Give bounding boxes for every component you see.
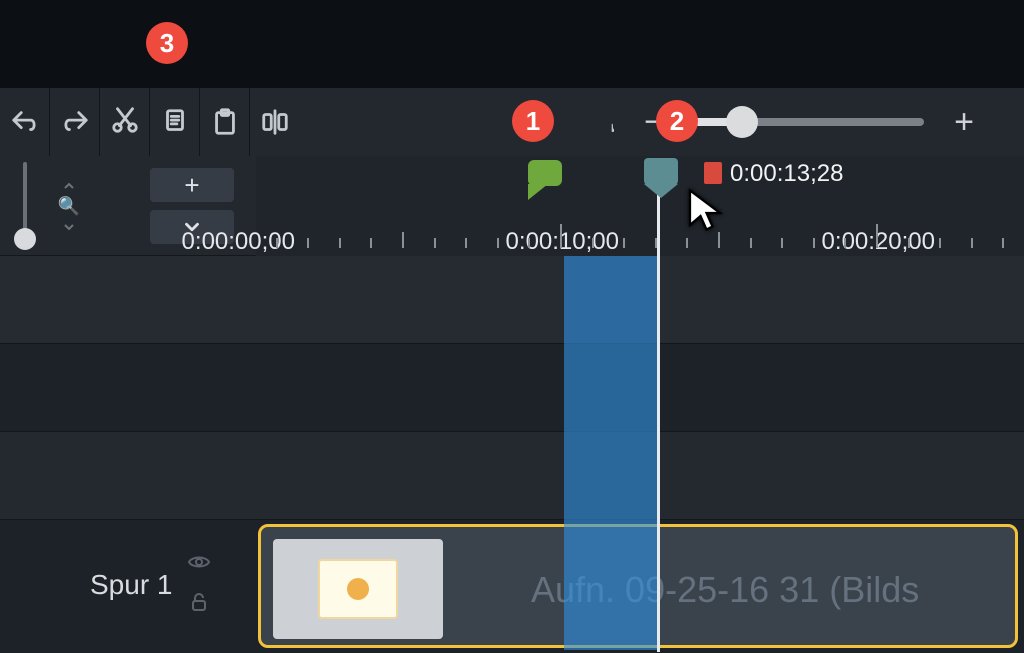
track-height-knob[interactable] [14,228,36,250]
track-zoom-chevrons: 🔍 [54,178,84,235]
redo-button[interactable] [50,88,100,156]
magnifier-icon: 🔍 [58,196,80,217]
ruler-tick [1002,238,1004,248]
zoom-fit-button[interactable]: ⤢ [586,102,614,142]
ruler-tick [402,232,404,248]
ruler-tick [276,238,278,248]
ruler-tick [655,238,657,248]
ruler-label-2: 0:00:20;00 [822,228,935,256]
paste-button[interactable] [200,88,250,156]
ruler-tick [307,238,309,248]
ruler-tick [781,238,783,248]
media-clip[interactable]: Aufn. 09-25-16 31 (Bilds [258,524,1018,648]
ruler-tick [718,232,720,248]
playhead-time: 0:00:13;28 [730,160,843,188]
ruler-tick [876,224,878,248]
ruler-tick [528,238,530,248]
track-header[interactable]: Spur 1 [0,520,256,650]
cut-button[interactable] [100,88,150,156]
timeline-editor: ⤢ − + 🔍 + [0,0,1024,653]
zoom-group: ⤢ − + [586,102,1024,142]
timeline-toolbar: ⤢ − + [0,88,1024,156]
ruler-label-0: 0:00:00;00 [182,228,295,256]
track-row-1: Spur 1 Aufn. 09-25-16 31 (Bilds [0,520,1024,650]
ruler-tick [686,238,688,248]
copy-button[interactable] [150,88,200,156]
split-button[interactable] [250,88,300,156]
ruler-tick [971,238,973,248]
track-height-slider[interactable] [12,156,38,256]
empty-track[interactable] [0,256,1024,344]
ruler-tick [339,238,341,248]
zoom-knob[interactable] [726,106,758,138]
tracks-area [0,256,1024,520]
undo-button[interactable] [0,88,50,156]
scissors-icon [110,105,140,140]
add-marker-button[interactable]: + [150,168,234,202]
ruler-tick [434,238,436,248]
ruler-tick [497,238,499,248]
ruler-tick [592,238,594,248]
clip-thumbnail [273,539,443,639]
upper-strip [0,0,1024,88]
ruler-tick [623,238,625,248]
empty-track[interactable] [0,344,1024,432]
ruler-tick [908,238,910,248]
track-label: Spur 1 [90,569,173,601]
ruler-tick [560,224,562,248]
zoom-out-button[interactable]: − [634,102,674,142]
out-marker[interactable] [704,162,722,184]
ruler-label-1: 0:00:10;00 [506,228,619,256]
lock-icon[interactable] [187,589,211,621]
ruler-tick [750,238,752,248]
time-ruler[interactable]: 0:00:00;00 0:00:10;00 0:00:20;00 [256,156,1024,256]
track-toggles [187,549,211,621]
ruler-tick [465,238,467,248]
ruler-tick [939,238,941,248]
ruler-tick [844,238,846,248]
ruler-tick [813,238,815,248]
eye-icon[interactable] [187,549,211,581]
clip-name: Aufn. 09-25-16 31 (Bilds [531,569,919,611]
zoom-in-button[interactable]: + [944,102,984,142]
ruler-tick [370,238,372,248]
empty-track[interactable] [0,432,1024,520]
timeline-header: 🔍 + 0:00:00;00 0:00:10;00 0:00:20;00 [0,156,1024,256]
zoom-slider[interactable] [694,118,924,126]
